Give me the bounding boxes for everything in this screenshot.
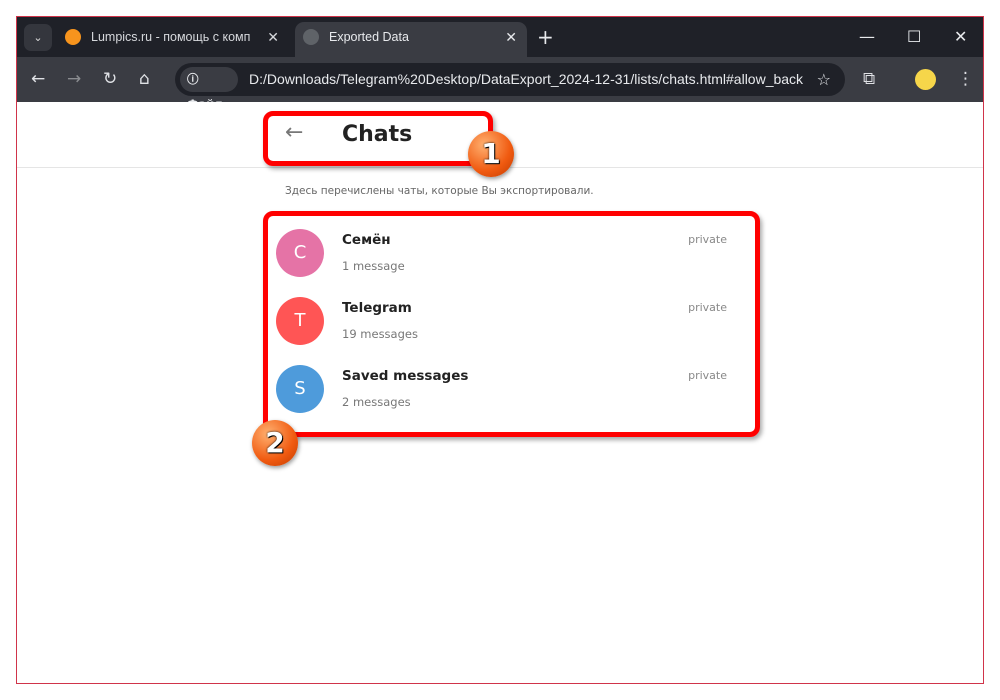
tab-lumpics[interactable]: Lumpics.ru - помощь с компьютером ✕ bbox=[57, 22, 289, 57]
tab-bar: ⌄ Lumpics.ru - помощь с компьютером ✕ Ex… bbox=[17, 17, 983, 57]
orange-favicon-icon bbox=[65, 29, 81, 45]
tab-title: Lumpics.ru - помощь с компьютером bbox=[91, 30, 251, 44]
close-tab-icon[interactable]: ✕ bbox=[505, 22, 517, 52]
globe-icon bbox=[303, 29, 319, 45]
site-info-chip[interactable]: ⓘ Файл bbox=[180, 67, 238, 111]
annotation-box-2 bbox=[263, 211, 760, 437]
annotation-badge-1: 1 bbox=[468, 131, 514, 177]
reload-icon[interactable]: ↻ bbox=[103, 57, 117, 102]
back-icon[interactable]: ← bbox=[31, 57, 45, 102]
close-window-icon[interactable]: ✕ bbox=[954, 22, 967, 52]
home-icon[interactable]: ⌂ bbox=[139, 57, 150, 102]
annotation-badge-2: 2 bbox=[252, 420, 298, 466]
new-tab-button[interactable]: + bbox=[537, 22, 554, 52]
minimize-icon[interactable]: — bbox=[859, 22, 875, 52]
tab-title: Exported Data bbox=[329, 30, 409, 44]
annotation-box-1 bbox=[263, 111, 493, 166]
toolbar: ← → ↻ ⌂ ⓘ Файл D:/Downloads/Telegram%20D… bbox=[17, 57, 983, 111]
url-text[interactable]: D:/Downloads/Telegram%20Desktop/DataExpo… bbox=[249, 63, 803, 96]
maximize-icon[interactable]: ☐ bbox=[907, 22, 921, 52]
tab-exported-data[interactable]: Exported Data ✕ bbox=[295, 22, 527, 57]
bookmark-star-icon[interactable]: ☆ bbox=[817, 63, 831, 96]
close-tab-icon[interactable]: ✕ bbox=[267, 22, 279, 52]
profile-avatar[interactable] bbox=[915, 69, 936, 90]
forward-icon[interactable]: → bbox=[67, 57, 81, 102]
address-bar[interactable]: ⓘ Файл D:/Downloads/Telegram%20Desktop/D… bbox=[175, 63, 845, 111]
extensions-icon[interactable]: ⧉ bbox=[863, 57, 875, 102]
page-description: Здесь перечислены чаты, которые Вы экспо… bbox=[285, 185, 594, 197]
tab-search-button[interactable]: ⌄ bbox=[24, 24, 52, 51]
menu-icon[interactable]: ⋮ bbox=[957, 57, 974, 102]
info-icon: ⓘ bbox=[187, 72, 199, 86]
